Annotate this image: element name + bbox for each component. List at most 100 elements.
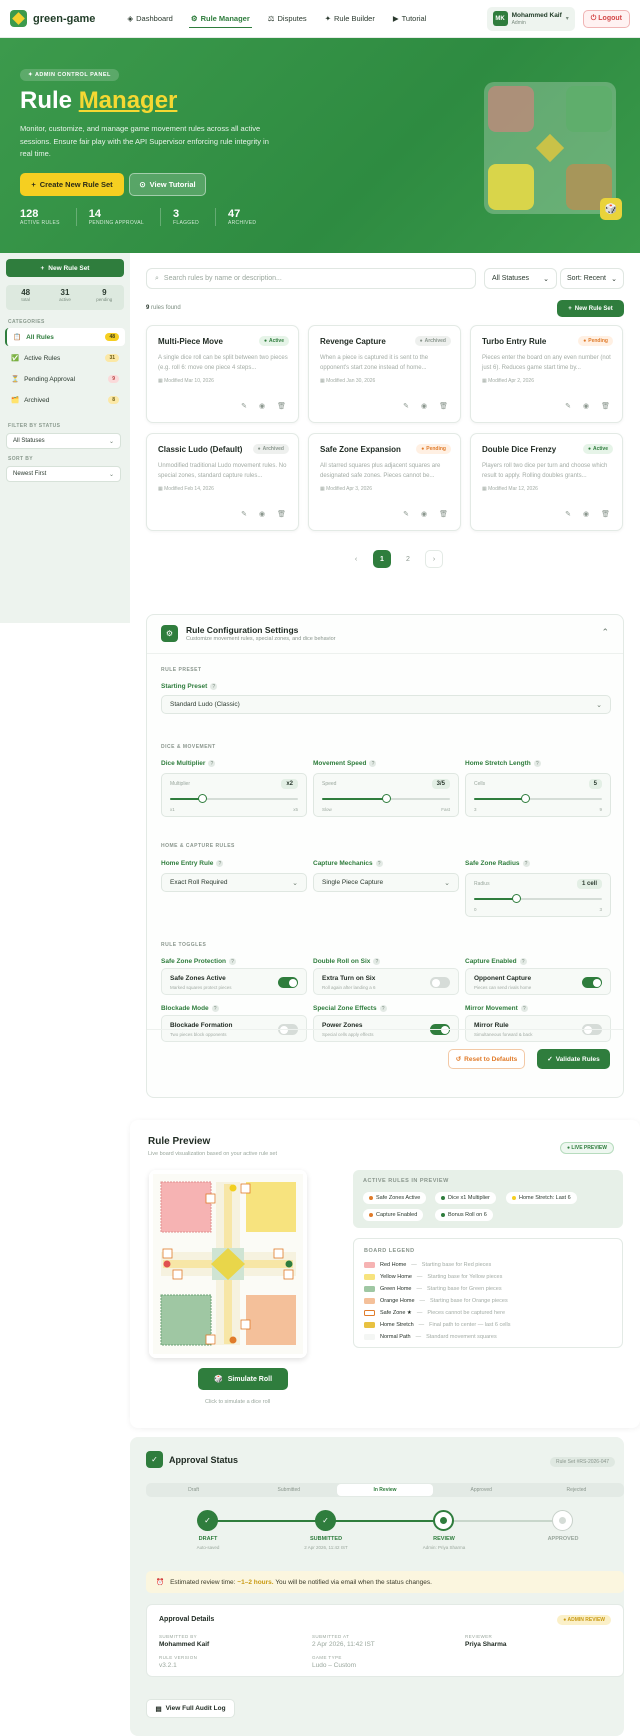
page-1-button[interactable]: 1 bbox=[373, 550, 391, 568]
slider-track[interactable] bbox=[474, 794, 602, 803]
edit-icon[interactable]: ✎ bbox=[403, 402, 409, 410]
rule-card[interactable]: Multi-Piece Move ● Active A single dice rol… bbox=[146, 325, 299, 423]
trash-icon[interactable]: 🗑 bbox=[277, 510, 286, 518]
edit-icon[interactable]: ✎ bbox=[403, 510, 409, 518]
new-rule-set-button[interactable]: + New Rule Set bbox=[557, 300, 624, 317]
eye-icon[interactable]: ◉ bbox=[583, 510, 589, 518]
trash-icon[interactable]: 🗑 bbox=[601, 402, 610, 410]
dice-icon: 🎲 bbox=[213, 1376, 223, 1383]
eye-icon[interactable]: ◉ bbox=[259, 402, 265, 410]
search-input[interactable]: ⌕ Search rules by name or description... bbox=[146, 268, 476, 289]
select-value: All Statuses bbox=[13, 438, 45, 444]
prev-page-button[interactable]: ‹ bbox=[347, 550, 365, 568]
sort-recent-select[interactable]: Sort: Recent ⌄ bbox=[560, 268, 624, 289]
help-icon[interactable]: ? bbox=[216, 860, 224, 867]
tab-approved[interactable]: Approved bbox=[434, 1483, 529, 1497]
sidebar-item-all-rules[interactable]: 📋 All Rules 48 bbox=[5, 328, 125, 346]
nav-label: Rule Manager bbox=[200, 13, 250, 23]
rule-card[interactable]: Safe Zone Expansion ● Pending All starred s… bbox=[308, 433, 461, 531]
slider-track[interactable] bbox=[322, 794, 450, 803]
sidebar-new-rule-button[interactable]: + New Rule Set bbox=[6, 259, 124, 277]
tab-submitted[interactable]: Submitted bbox=[241, 1483, 336, 1497]
edit-icon[interactable]: ✎ bbox=[565, 402, 571, 410]
tab-in-review[interactable]: In Review bbox=[337, 1484, 433, 1496]
status-dot-icon: ● bbox=[587, 446, 591, 452]
slider-handle[interactable] bbox=[198, 794, 207, 803]
slider-track[interactable] bbox=[170, 794, 298, 803]
safe-zone-radius-slider[interactable]: Radius 1 cell 0 3 bbox=[465, 873, 611, 917]
help-icon[interactable]: ? bbox=[519, 958, 527, 965]
home-entry-rule-select[interactable]: Exact Roll Required ⌄ bbox=[161, 873, 307, 892]
slider-track[interactable] bbox=[474, 894, 602, 903]
toggle-name: Mirror Rule bbox=[474, 1022, 509, 1029]
help-icon[interactable]: ? bbox=[375, 860, 383, 867]
logout-button[interactable]: ⏻ Logout bbox=[582, 9, 630, 28]
view-tutorial-button[interactable]: ⊙ View Tutorial bbox=[129, 173, 206, 196]
user-menu[interactable]: MK Mohammed Kaif Admin ▾ bbox=[486, 6, 575, 31]
tab-rejected[interactable]: Rejected bbox=[529, 1483, 624, 1497]
help-icon[interactable]: ? bbox=[208, 760, 216, 767]
reset-defaults-button[interactable]: ↺ Reset to Defaults bbox=[448, 1049, 525, 1069]
help-icon[interactable]: ? bbox=[522, 860, 530, 867]
tab-draft[interactable]: Draft bbox=[146, 1483, 241, 1497]
eye-icon[interactable]: ◉ bbox=[421, 402, 427, 410]
chevron-up-icon[interactable]: ⌃ bbox=[601, 627, 609, 638]
slider-0[interactable]: Multiplier x2 x1 x5 bbox=[161, 773, 307, 817]
toggle-switch[interactable] bbox=[278, 977, 298, 988]
edit-icon[interactable]: ✎ bbox=[241, 510, 247, 518]
help-icon[interactable]: ? bbox=[369, 760, 377, 767]
slider-2[interactable]: Cells 5 3 9 bbox=[465, 773, 611, 817]
ruleset-id-badge: Rule Set #RS-2026-047 bbox=[550, 1457, 616, 1467]
trash-icon[interactable]: 🗑 bbox=[277, 402, 286, 410]
safe-zone-cell bbox=[240, 1183, 251, 1194]
nav-rule-manager[interactable]: ⚙ Rule Manager bbox=[188, 10, 252, 28]
eye-icon[interactable]: ◉ bbox=[583, 402, 589, 410]
slider-handle[interactable] bbox=[521, 794, 531, 803]
nav-tutorial[interactable]: ▶ Tutorial bbox=[391, 10, 429, 28]
status-select[interactable]: All Statuses ⌄ bbox=[484, 268, 557, 289]
create-rule-set-button[interactable]: + Create New Rule Set bbox=[20, 173, 124, 196]
starting-preset-select[interactable]: Standard Ludo (Classic) ⌄ bbox=[161, 695, 611, 714]
capture-mechanics-select[interactable]: Single Piece Capture ⌄ bbox=[313, 873, 459, 892]
sidebar-item-pending-approval[interactable]: ⏳ Pending Approval 9 bbox=[5, 370, 125, 388]
help-icon[interactable]: ? bbox=[210, 683, 218, 690]
toggle-name: Blockade Formation bbox=[170, 1022, 233, 1029]
next-page-button[interactable]: › bbox=[425, 550, 443, 568]
slider-handle[interactable] bbox=[382, 794, 391, 803]
rule-card[interactable]: Double Dice Frenzy ● Active Players roll tw… bbox=[470, 433, 623, 531]
slider-handle[interactable] bbox=[512, 894, 522, 903]
nav-rule-builder[interactable]: ✦ Rule Builder bbox=[323, 10, 377, 28]
validate-rules-button[interactable]: ✓ Validate Rules bbox=[537, 1049, 610, 1069]
help-icon[interactable]: ? bbox=[533, 760, 541, 767]
view-audit-log-button[interactable]: ▤ View Full Audit Log bbox=[146, 1699, 235, 1718]
eye-icon[interactable]: ◉ bbox=[421, 510, 427, 518]
trash-icon[interactable]: 🗑 bbox=[439, 402, 448, 410]
help-icon[interactable]: ? bbox=[211, 1005, 219, 1012]
page-2-button[interactable]: 2 bbox=[399, 550, 417, 568]
slider-1[interactable]: Speed 3/5 Slow Fast bbox=[313, 773, 459, 817]
trash-icon[interactable]: 🗑 bbox=[601, 510, 610, 518]
nav-disputes[interactable]: ⚖ Disputes bbox=[266, 10, 309, 28]
toggle-switch[interactable] bbox=[582, 977, 602, 988]
toggle-switch[interactable] bbox=[430, 977, 450, 988]
eye-icon[interactable]: ◉ bbox=[259, 510, 265, 518]
edit-icon[interactable]: ✎ bbox=[241, 402, 247, 410]
field-label-text: Home Stretch Length bbox=[465, 760, 531, 767]
select-value: Sort: Recent bbox=[567, 275, 606, 282]
edit-icon[interactable]: ✎ bbox=[565, 510, 571, 518]
rule-card[interactable]: Revenge Capture ● Archived When a piece is … bbox=[308, 325, 461, 423]
status-filter-select[interactable]: All Statuses ⌄ bbox=[6, 433, 121, 449]
help-icon[interactable]: ? bbox=[229, 958, 237, 965]
help-icon[interactable]: ? bbox=[373, 958, 381, 965]
nav-dashboard[interactable]: ◈ Dashboard bbox=[125, 10, 174, 28]
help-icon[interactable]: ? bbox=[379, 1005, 387, 1012]
help-icon[interactable]: ? bbox=[520, 1005, 528, 1012]
sort-select[interactable]: Newest First ⌄ bbox=[6, 466, 121, 482]
trash-icon[interactable]: 🗑 bbox=[439, 510, 448, 518]
sidebar-item-active-rules[interactable]: ✅ Active Rules 31 bbox=[5, 349, 125, 367]
rule-card[interactable]: Classic Ludo (Default) ● Archived Unmodifie… bbox=[146, 433, 299, 531]
simulate-roll-button[interactable]: 🎲 Simulate Roll bbox=[198, 1368, 288, 1390]
rule-card[interactable]: Turbo Entry Rule ● Pending Pieces enter the… bbox=[470, 325, 623, 423]
submitted-at-value: 2 Apr 2026, 11:42 IST bbox=[312, 1641, 375, 1648]
sidebar-item-archived[interactable]: 🗂️ Archived 8 bbox=[5, 391, 125, 409]
